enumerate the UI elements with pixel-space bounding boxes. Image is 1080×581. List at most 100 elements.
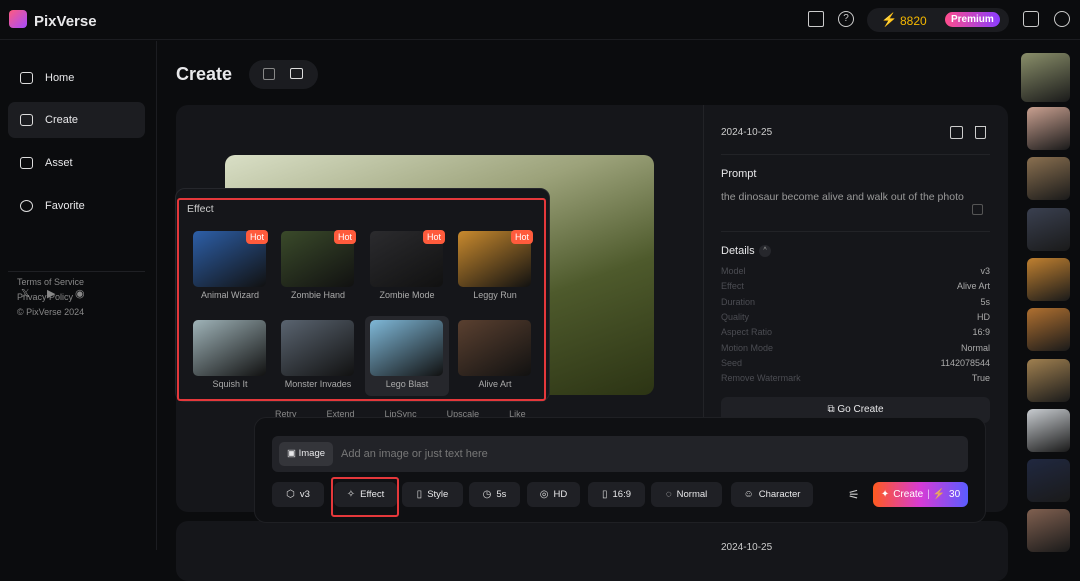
option-label: 5s	[496, 489, 507, 500]
detail-key: Quality	[721, 311, 750, 322]
effect-item[interactable]: Lego Blast	[365, 316, 449, 396]
detail-key: Duration	[721, 296, 756, 307]
trash-icon[interactable]	[975, 126, 986, 139]
image-icon: ▣	[286, 448, 299, 459]
detail-value: Normal	[960, 342, 990, 353]
settings-sliders-icon[interactable]: ⚟	[848, 487, 860, 503]
sidebar-item-favorite[interactable]: Favorite	[8, 188, 145, 224]
help-icon[interactable]: ?	[838, 11, 854, 27]
book-icon[interactable]	[808, 11, 824, 27]
effect-item[interactable]: Monster Invades	[276, 316, 360, 396]
sidebar-item-home[interactable]: Home	[8, 60, 145, 96]
option-label: 16:9	[612, 489, 632, 500]
option-label: Style	[427, 489, 449, 500]
detail-row: Model v3	[721, 266, 990, 276]
detail-key: Remove Watermark	[721, 373, 801, 384]
hot-badge: Hot	[510, 230, 533, 244]
effect-item[interactable]: Alive Art	[453, 316, 537, 396]
history-thumbnail[interactable]	[1021, 53, 1070, 102]
sidebar-item-create[interactable]: Create	[8, 102, 145, 138]
list-view-icon[interactable]	[290, 68, 303, 79]
effect-item[interactable]: Squish It	[188, 316, 272, 396]
effect-item[interactable]: Hot Animal Wizard	[188, 227, 272, 307]
history-thumbnail[interactable]	[1027, 257, 1070, 301]
detail-row: Motion Mode Normal	[721, 343, 990, 353]
video-card	[176, 521, 1008, 581]
effect-label: Zombie Mode	[379, 290, 435, 300]
hot-badge: Hot	[333, 230, 356, 244]
heart-icon	[20, 200, 33, 212]
view-toggle[interactable]	[249, 60, 318, 89]
sidebar-item-asset[interactable]: Asset	[8, 145, 145, 181]
copy-icon[interactable]	[972, 204, 983, 215]
video-date: 2024-10-25	[721, 542, 773, 553]
copyright: © PixVerse 2024	[17, 307, 85, 317]
privacy-link[interactable]: Privacy Policy	[17, 292, 73, 302]
history-thumbnail[interactable]	[1027, 107, 1070, 150]
history-thumbnail[interactable]	[1027, 157, 1070, 201]
prompt-text: the dinosaur become alive and walk out o…	[721, 191, 964, 203]
character-option-button[interactable]: ☺ Character	[731, 482, 813, 507]
page-title: Create	[176, 64, 233, 84]
detail-key: Aspect Ratio	[721, 327, 773, 338]
detail-value: 5s	[980, 296, 990, 307]
prompt-placeholder: Add an image or just text here	[341, 448, 488, 460]
detail-key: Effect	[721, 281, 744, 292]
hd-option-button[interactable]: ◎ HD	[527, 482, 580, 507]
effect-thumbnail: Hot	[281, 230, 356, 287]
lightning-icon: | ⚡	[927, 489, 946, 500]
chevron-up-icon[interactable]: ^	[759, 245, 771, 257]
history-thumbnail[interactable]	[1027, 509, 1070, 553]
sidebar-item-label: Favorite	[45, 200, 85, 212]
effect-label: Monster Invades	[284, 379, 352, 389]
effect-label: Alive Art	[478, 379, 512, 389]
detail-value: Alive Art	[956, 281, 990, 292]
detail-value: 1142078544	[940, 357, 990, 368]
premium-badge[interactable]: Premium	[945, 12, 1000, 27]
detail-row: Quality HD	[721, 312, 990, 322]
history-thumbnail[interactable]	[1027, 358, 1070, 402]
effect-thumbnail	[281, 320, 354, 376]
brand-name[interactable]: PixVerse	[34, 13, 97, 30]
effect-thumbnail	[193, 320, 266, 376]
history-thumbnail[interactable]	[1027, 408, 1070, 452]
effect-item[interactable]: Hot Zombie Mode	[365, 227, 449, 307]
effect-item[interactable]: Hot Leggy Run	[453, 227, 537, 307]
detail-value: HD	[977, 311, 990, 322]
detail-row: Remove Watermark True	[721, 373, 990, 383]
169-option-button[interactable]: ▯ 16:9	[588, 482, 645, 507]
feedback-icon[interactable]	[1023, 11, 1039, 27]
effect-label: Lego Blast	[385, 379, 429, 389]
hd-icon: ◎	[539, 489, 549, 500]
effect-item[interactable]: Hot Zombie Hand	[276, 227, 360, 307]
discord-icon[interactable]: ◉	[75, 287, 85, 300]
history-thumbnail[interactable]	[1027, 459, 1070, 503]
clock-icon: ◷	[482, 489, 492, 500]
effect-thumbnail: Hot	[193, 230, 268, 287]
normal-option-button[interactable]: ◌ Normal	[651, 482, 722, 507]
effect-thumbnail	[370, 320, 443, 376]
folder-icon	[20, 157, 33, 169]
create-button[interactable]: ✦ Create | ⚡ 30	[873, 482, 968, 507]
user-icon[interactable]	[1054, 11, 1070, 27]
grid-view-icon[interactable]	[263, 68, 275, 80]
history-thumbnail[interactable]	[1027, 308, 1070, 352]
pixverse-logo-icon[interactable]	[9, 10, 27, 28]
v3-option-button[interactable]: ⬡ v3	[272, 482, 324, 507]
image-upload-button[interactable]: ▣ Image	[279, 442, 333, 466]
style-option-button[interactable]: ▯ Style	[402, 482, 463, 507]
history-thumbnail[interactable]	[1027, 207, 1070, 251]
face-icon: ☺	[743, 489, 754, 500]
sparkle-icon: ✦	[880, 489, 890, 500]
detail-row: Seed 1142078544	[721, 358, 990, 368]
detail-key: Motion Mode	[721, 342, 774, 353]
divider	[8, 271, 145, 272]
hot-badge: Hot	[422, 230, 445, 244]
credits-pill[interactable]: ⚡ 8820 Premium	[867, 8, 1009, 32]
share-icon[interactable]	[950, 126, 963, 139]
5s-option-button[interactable]: ◷ 5s	[469, 482, 520, 507]
effect-label: Leggy Run	[473, 290, 517, 300]
effect-thumbnail	[458, 320, 531, 376]
terms-link[interactable]: Terms of Service	[17, 277, 84, 287]
option-label: Normal	[676, 489, 708, 500]
